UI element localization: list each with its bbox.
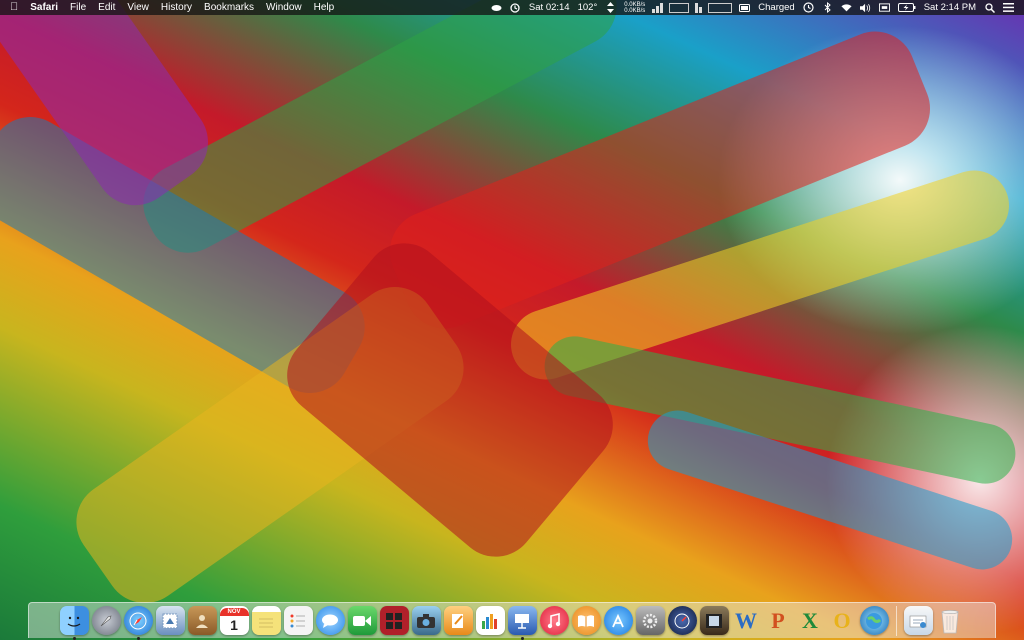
compass-icon: [129, 612, 147, 629]
calendar-day: 1: [230, 616, 238, 633]
dock-notes[interactable]: [251, 606, 281, 635]
film-icon: [706, 613, 722, 628]
airplay-display-icon[interactable]: [878, 2, 890, 13]
photo-strip-icon: [386, 612, 402, 629]
speech-bubble-icon: [322, 614, 338, 628]
cpu-meter-icon[interactable]: [652, 2, 664, 13]
video-camera-icon: [353, 615, 371, 626]
menu-bar:  Safari File Edit View History Bookmark…: [0, 0, 1024, 15]
dock-outlook[interactable]: O: [828, 606, 857, 635]
dock-documents-stack[interactable]: [903, 606, 933, 635]
clock-small[interactable]: Sat 02:14: [525, 0, 574, 15]
menu-bookmarks[interactable]: Bookmarks: [198, 0, 260, 15]
open-book-icon: [578, 614, 594, 627]
dock-pages[interactable]: [443, 606, 473, 635]
dock-contacts[interactable]: [187, 606, 217, 635]
gear-icon: [642, 613, 658, 628]
dock-keynote[interactable]: [507, 606, 537, 640]
dock-separator: [895, 605, 897, 636]
dock-finder[interactable]: [59, 606, 89, 640]
dock-system-preferences[interactable]: [635, 606, 665, 635]
dock-app-store[interactable]: [603, 606, 633, 635]
menu-view[interactable]: View: [121, 0, 155, 15]
outlook-letter-icon: O: [833, 607, 851, 633]
dock-numbers[interactable]: [475, 606, 505, 635]
dock: NOV 1 W P X O: [28, 602, 996, 640]
dock-itunes[interactable]: [539, 606, 569, 635]
network-speed[interactable]: 0.0KB/s 0.0KB/s: [620, 2, 649, 14]
dock-messages[interactable]: [315, 606, 345, 635]
dock-facetime[interactable]: [347, 606, 377, 635]
battery-status-icon[interactable]: [739, 2, 751, 13]
dock-network-globe[interactable]: [859, 606, 889, 635]
dock-reminders[interactable]: [283, 606, 313, 635]
powerpoint-letter-icon: P: [771, 607, 785, 633]
cloud-icon[interactable]: [491, 2, 502, 13]
word-letter-icon: W: [735, 607, 757, 633]
finder-face-icon: [67, 616, 81, 627]
memory-meter-icon[interactable]: [669, 2, 690, 13]
dock-word[interactable]: W: [732, 606, 761, 635]
bar-chart-icon: [482, 613, 497, 629]
contact-person-icon: [196, 614, 208, 628]
desktop[interactable]:  Safari File Edit View History Bookmark…: [0, 0, 1024, 640]
globe-icon: [866, 612, 882, 629]
menu-app-name[interactable]: Safari: [24, 0, 64, 15]
dock-iphoto[interactable]: [411, 606, 441, 635]
excel-letter-icon: X: [802, 607, 818, 633]
istat-clock-icon[interactable]: [510, 2, 521, 13]
dock-imovie[interactable]: [699, 606, 729, 635]
wifi-icon[interactable]: [841, 2, 852, 13]
document-stack-icon: [909, 615, 927, 628]
notification-center-icon[interactable]: [1003, 2, 1014, 13]
dock-ibooks[interactable]: [571, 606, 601, 635]
spotlight-search-icon[interactable]: [984, 2, 995, 13]
music-note-icon: [547, 612, 561, 628]
dock-launchpad[interactable]: [91, 606, 121, 635]
dock-excel[interactable]: X: [796, 606, 825, 635]
podium-icon: [515, 613, 529, 629]
menu-help[interactable]: Help: [308, 0, 341, 15]
volume-icon[interactable]: [859, 2, 871, 13]
menu-edit[interactable]: Edit: [92, 0, 121, 15]
menu-window[interactable]: Window: [260, 0, 308, 15]
dock-photo-booth[interactable]: [379, 606, 409, 635]
note-lines-icon: [259, 618, 273, 627]
battery-icon[interactable]: [897, 2, 916, 13]
stamp-icon: [162, 613, 178, 628]
gauge-icon: [674, 613, 690, 628]
apple-menu-icon[interactable]: : [6, 0, 24, 15]
trash-icon: [941, 609, 959, 633]
battery-text[interactable]: Charged: [754, 0, 798, 15]
dock-mail[interactable]: [155, 606, 185, 635]
datetime[interactable]: Sat 2:14 PM: [920, 0, 980, 15]
app-store-a-icon: [612, 613, 624, 627]
temperature-readout[interactable]: 102°: [574, 0, 602, 15]
dock-safari[interactable]: [123, 606, 153, 640]
dock-trash[interactable]: [936, 606, 965, 635]
graph-meter-icon[interactable]: [708, 2, 733, 13]
sort-arrows-icon[interactable]: [605, 2, 616, 13]
net-down: 0.0KB/s: [624, 7, 646, 14]
time-machine-icon[interactable]: [803, 2, 814, 13]
calendar-month: NOV: [219, 607, 249, 616]
menu-history[interactable]: History: [155, 0, 198, 15]
disk-meter-icon[interactable]: [695, 2, 703, 13]
menu-file[interactable]: File: [64, 0, 92, 15]
dock-dashboard[interactable]: [667, 606, 697, 635]
pen-paper-icon: [452, 613, 463, 628]
rocket-icon: [100, 615, 112, 626]
dock-powerpoint[interactable]: P: [764, 606, 793, 635]
camera-icon: [417, 613, 435, 628]
dock-calendar[interactable]: NOV 1: [219, 606, 249, 635]
bluetooth-icon[interactable]: [822, 2, 833, 13]
checklist-icon: [290, 614, 305, 627]
